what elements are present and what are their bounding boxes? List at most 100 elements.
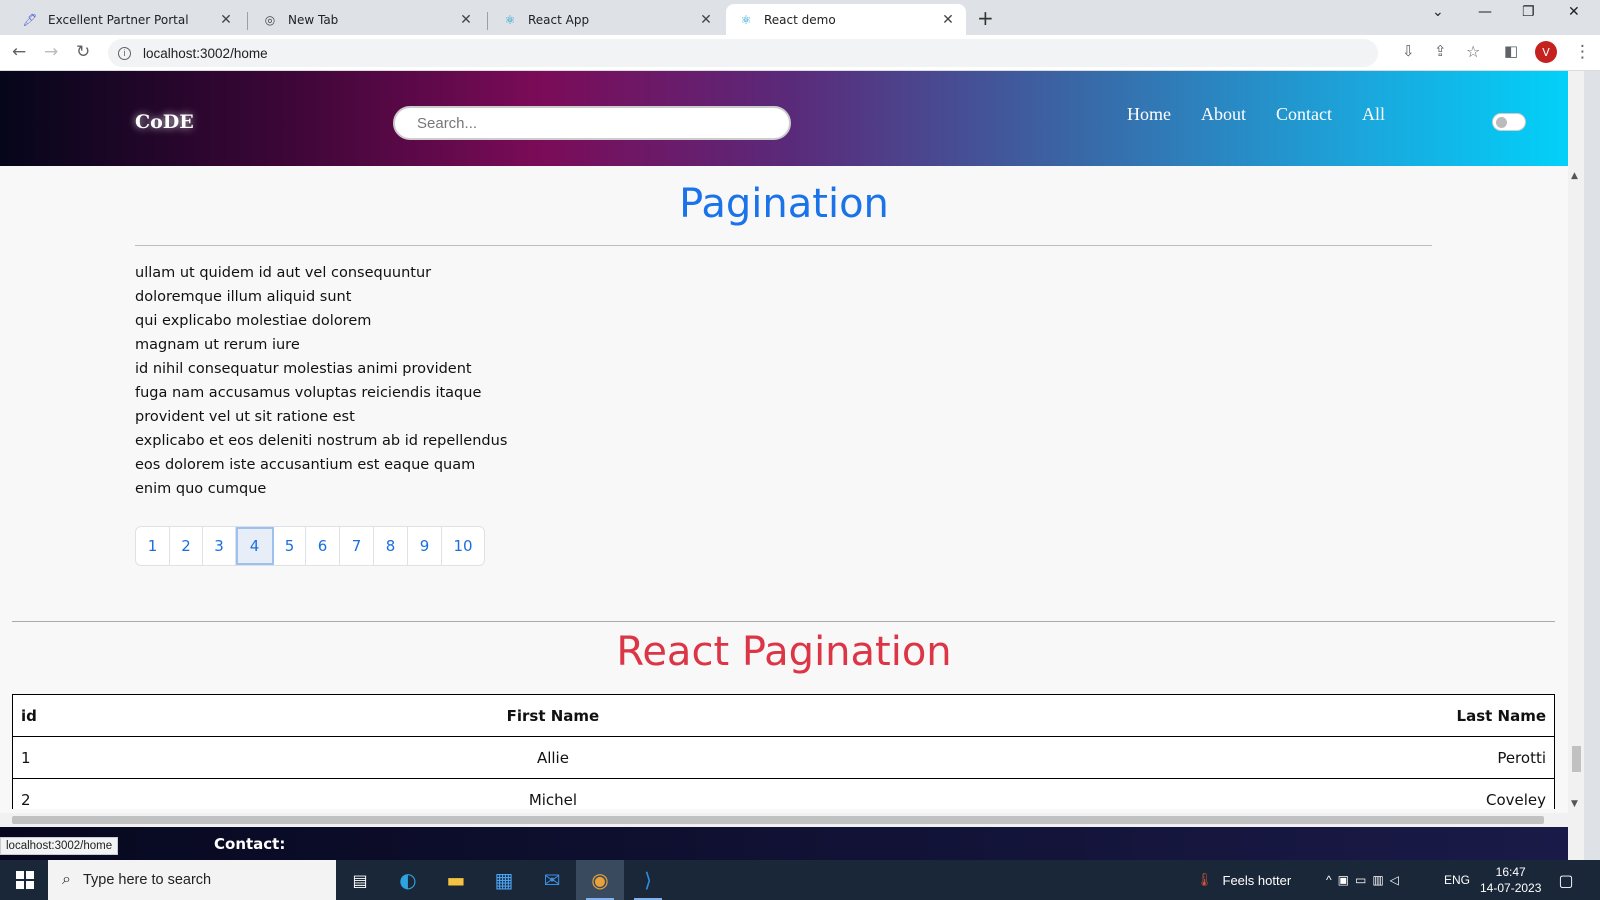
side-panel-icon[interactable]: ◧ [1504, 42, 1518, 60]
table-row: 1 Allie Perotti [13, 736, 1554, 779]
tab-excellent-partner-portal[interactable]: 🖋 Excellent Partner Portal ✕ [10, 4, 244, 35]
chevron-up-icon[interactable]: ^ [1326, 873, 1338, 887]
list-item: ullam ut quidem id aut vel consequuntur [135, 265, 432, 281]
scroll-thumb[interactable] [1572, 746, 1581, 772]
page-button-10[interactable]: 10 [442, 527, 484, 565]
scroll-up-icon[interactable]: ▲ [1571, 171, 1578, 181]
close-icon[interactable]: ✕ [940, 12, 956, 28]
reload-icon[interactable]: ↻ [76, 42, 90, 62]
pagination-controls: 1 2 3 4 5 6 7 8 9 10 [135, 526, 485, 566]
chrome-taskbar-icon[interactable]: ◉ [576, 860, 624, 900]
list-item: explicabo et eos deleniti nostrum ab id … [135, 433, 508, 449]
status-bubble: localhost:3002/home [0, 837, 119, 855]
window-close-icon[interactable]: ✕ [1568, 4, 1580, 20]
taskbar-search-placeholder: Type here to search [82, 872, 212, 888]
web-page: CoDE Search... Home About Contact All Pa… [0, 71, 1584, 860]
meet-now-icon[interactable]: ▣ [1338, 873, 1355, 887]
page-button-4[interactable]: 4 [236, 527, 274, 565]
weather-widget[interactable]: 🌡 Feels hotter [1196, 860, 1291, 900]
tab-search-icon[interactable]: ⌄ [1432, 4, 1444, 20]
page-button-5[interactable]: 5 [274, 527, 306, 565]
theme-toggle[interactable] [1492, 113, 1526, 131]
column-header-last-name[interactable]: Last Name [893, 694, 1554, 737]
scroll-down-icon[interactable]: ▼ [1571, 799, 1578, 809]
react-icon: ⚛ [740, 12, 752, 27]
volume-icon[interactable]: ◁ [1390, 873, 1405, 887]
page-button-9[interactable]: 9 [408, 527, 442, 565]
site-navbar: CoDE Search... Home About Contact All [0, 71, 1584, 166]
column-header-first-name[interactable]: First Name [212, 694, 894, 737]
close-icon[interactable]: ✕ [218, 12, 234, 28]
divider [135, 245, 1432, 246]
browser-toolbar: ← → ↻ i localhost:3002/home ⇩ ⇪ ☆ ◧ V ⋮ [0, 35, 1600, 71]
close-icon[interactable]: ✕ [458, 12, 474, 28]
list-item: eos dolorem iste accusantium est eaque q… [135, 457, 476, 473]
back-icon[interactable]: ← [12, 42, 26, 62]
tab-new-tab[interactable]: ◎ New Tab ✕ [250, 4, 484, 35]
divider [12, 621, 1555, 622]
cell-id: 1 [13, 736, 213, 779]
notifications-icon[interactable]: ▢ [1546, 860, 1586, 900]
pagination-title: Pagination [679, 181, 889, 227]
clock[interactable]: 16:47 14-07-2023 [1480, 864, 1541, 896]
page-button-6[interactable]: 6 [306, 527, 340, 565]
taskbar-search-input[interactable]: ⌕ Type here to search [48, 860, 336, 900]
close-icon[interactable]: ✕ [698, 12, 714, 28]
nav-link-home[interactable]: Home [1127, 104, 1171, 125]
system-tray[interactable]: ^ ▣ ▭ ▥ ◁ [1326, 860, 1405, 900]
table-header-row: id First Name Last Name [13, 694, 1554, 737]
page-button-1[interactable]: 1 [136, 527, 170, 565]
edge-icon[interactable]: ◐ [384, 860, 432, 900]
search-icon: ⌕ [62, 871, 71, 888]
profile-avatar[interactable]: V [1535, 41, 1557, 63]
site-brand[interactable]: CoDE [135, 111, 194, 133]
react-icon: ⚛ [504, 12, 516, 27]
address-bar[interactable]: i localhost:3002/home [108, 39, 1378, 67]
tab-title: New Tab [288, 12, 339, 27]
list-item: magnam ut rerum iure [135, 337, 300, 353]
nav-link-all[interactable]: All [1362, 104, 1385, 125]
column-header-id[interactable]: id [13, 694, 213, 737]
horizontal-scrollbar[interactable] [0, 813, 1568, 827]
search-input[interactable]: Search... [393, 106, 791, 140]
page-button-7[interactable]: 7 [340, 527, 374, 565]
file-explorer-icon[interactable]: ▬ [432, 860, 480, 900]
install-icon[interactable]: ⇩ [1402, 42, 1415, 60]
page-button-3[interactable]: 3 [203, 527, 236, 565]
list-item: id nihil consequatur molestias animi pro… [135, 361, 472, 377]
language-indicator[interactable]: ENG [1444, 860, 1470, 900]
post-list: ullam ut quidem id aut vel consequuntur … [135, 261, 507, 501]
tab-react-demo[interactable]: ⚛ React demo ✕ [726, 4, 966, 35]
clock-date: 14-07-2023 [1480, 881, 1542, 895]
network-icon[interactable]: ▥ [1372, 873, 1389, 887]
tab-title: React demo [764, 12, 836, 27]
cell-first-name: Michel [212, 778, 894, 809]
clock-time: 16:47 [1495, 865, 1526, 879]
windows-start-icon[interactable] [16, 871, 34, 889]
nav-link-contact[interactable]: Contact [1276, 104, 1332, 125]
page-button-8[interactable]: 8 [374, 527, 408, 565]
restore-icon[interactable]: ❐ [1522, 4, 1535, 20]
new-tab-icon[interactable]: + [977, 6, 994, 30]
vertical-scrollbar[interactable]: ▲ ▼ [1568, 71, 1584, 860]
chrome-icon: ◎ [264, 12, 276, 27]
nav-link-about[interactable]: About [1201, 104, 1246, 125]
list-item: enim quo cumque [135, 481, 267, 497]
bookmark-star-icon[interactable]: ☆ [1466, 42, 1480, 61]
site-info-icon[interactable]: i [118, 46, 131, 60]
task-view-icon[interactable]: ▤ [336, 860, 384, 900]
store-icon[interactable]: ▦ [480, 860, 528, 900]
tab-react-app[interactable]: ⚛ React App ✕ [490, 4, 724, 35]
tab-title: Excellent Partner Portal [48, 12, 189, 27]
list-item: fuga nam accusamus voluptas reiciendis i… [135, 385, 482, 401]
minimize-icon[interactable]: — [1478, 4, 1492, 20]
menu-kebab-icon[interactable]: ⋮ [1574, 42, 1591, 62]
vscode-icon[interactable]: ⟩ [624, 860, 672, 900]
page-button-2[interactable]: 2 [170, 527, 203, 565]
cell-id: 2 [13, 778, 213, 809]
users-table: id First Name Last Name 1 Allie Perotti … [12, 694, 1555, 809]
share-icon[interactable]: ⇪ [1434, 42, 1447, 60]
mail-icon[interactable]: ✉ [528, 860, 576, 900]
forward-icon[interactable]: → [44, 42, 58, 62]
battery-icon[interactable]: ▭ [1355, 873, 1372, 887]
